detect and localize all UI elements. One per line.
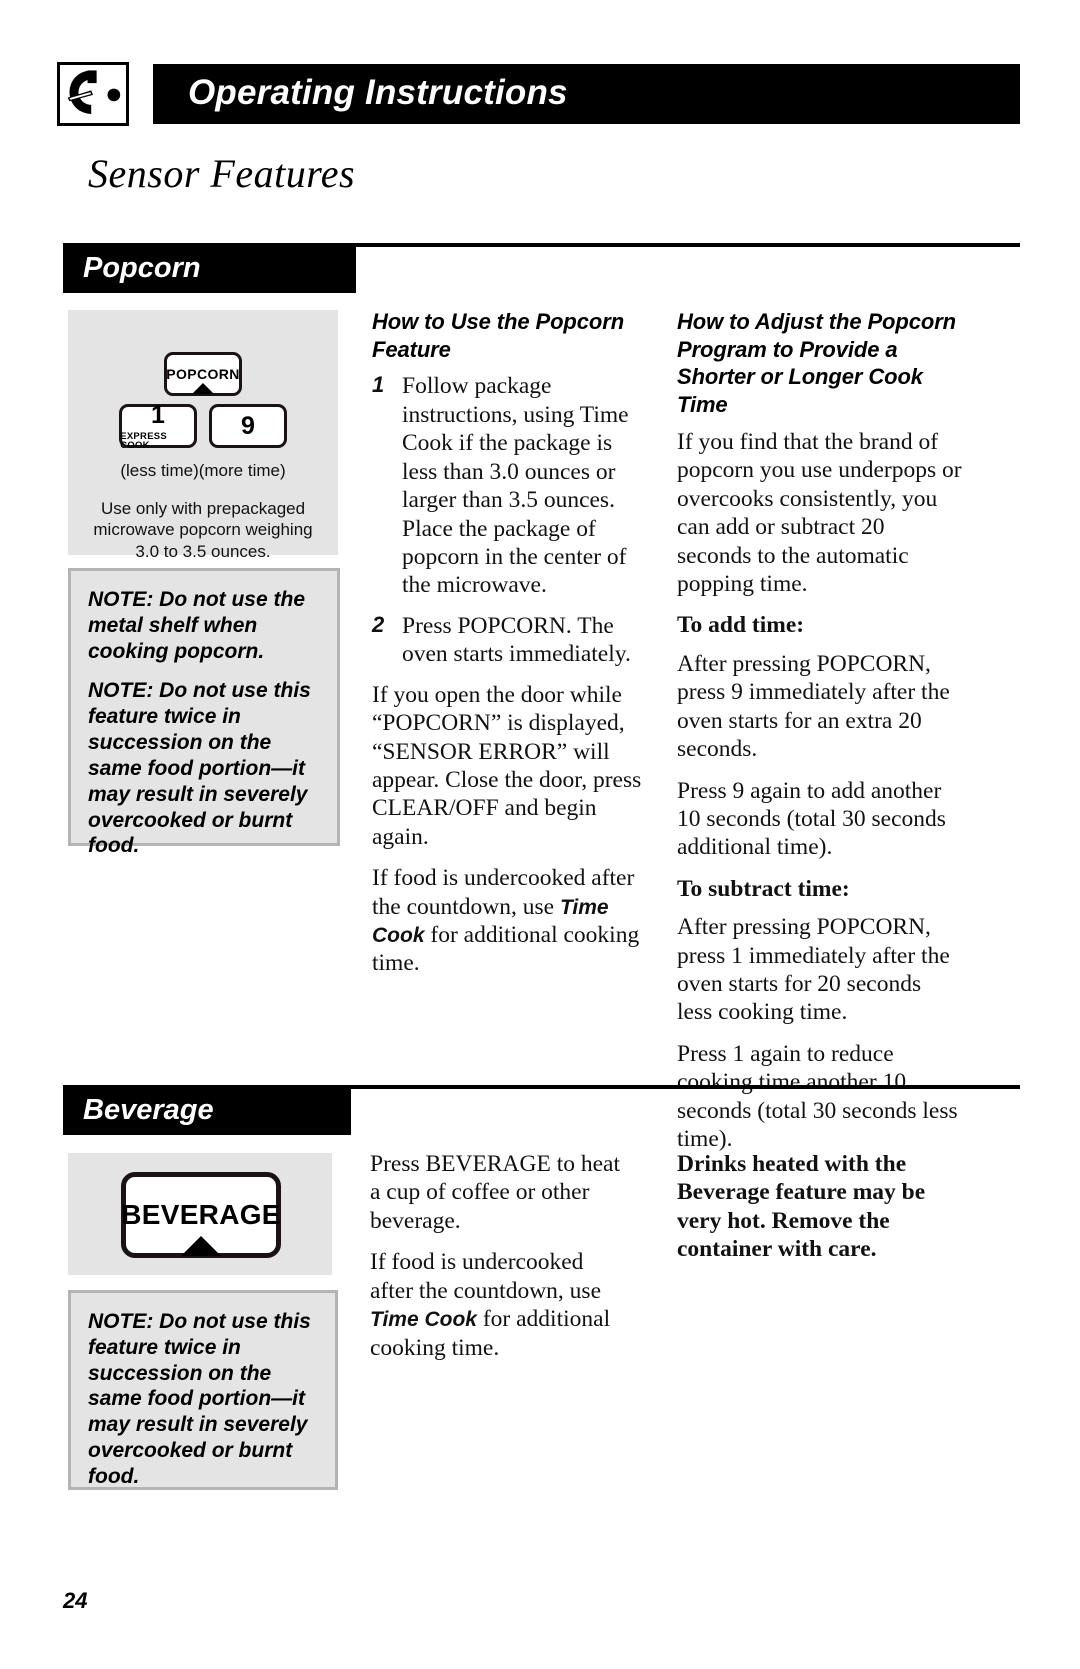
header-banner: Operating Instructions xyxy=(153,64,1020,124)
document-page: Operating Instructions Sensor Features P… xyxy=(0,0,1080,1669)
page-number: 24 xyxy=(63,1588,88,1613)
popcorn-note-1: NOTE: Do not use the metal shelf when co… xyxy=(88,588,305,663)
page-title: Sensor Features xyxy=(88,151,356,196)
express-cook-label: EXPRESS COOK xyxy=(120,430,168,450)
popcorn-note-box: NOTE: Do not use the metal shelf when co… xyxy=(68,568,340,857)
beverage-middle-column: Press BEVERAGE to heat a cup of coffee o… xyxy=(370,1150,632,1375)
popcorn-section-label: Popcorn xyxy=(83,252,201,285)
beverage-undercooked-prefix: If food is undercooked after the countdo… xyxy=(370,1249,602,1304)
page-header: Operating Instructions xyxy=(57,62,1020,126)
popcorn-note-2: NOTE: Do not use this feature twice in s… xyxy=(88,679,311,858)
popcorn-key: POPCORN xyxy=(164,352,242,396)
popcorn-subtract-time-paragraph-1: After pressing POPCORN, press 1 immediat… xyxy=(677,914,950,1026)
popcorn-weight-caption: Use only with prepackaged microwave popc… xyxy=(93,499,313,561)
popcorn-add-time-subhead: To add time: xyxy=(677,612,805,639)
nine-key-digit: 9 xyxy=(241,411,255,440)
popcorn-step-2-text: Press POPCORN. The oven starts immediate… xyxy=(402,612,631,668)
popcorn-add-time-paragraph-2: Press 9 again to add another 10 seconds … xyxy=(677,777,946,861)
popcorn-step-1-text: Follow package instructions, using Time … xyxy=(402,373,629,599)
beverage-intro-paragraph: Press BEVERAGE to heat a cup of coffee o… xyxy=(370,1151,620,1234)
header-title: Operating Instructions xyxy=(188,73,568,113)
popcorn-key-panel: POPCORN 1 EXPRESS COOK 9 (less time)(mor… xyxy=(68,310,338,561)
beverage-key-arrow-icon xyxy=(181,1236,221,1256)
beverage-key-panel: BEVERAGE xyxy=(68,1153,332,1275)
nine-key: 9 xyxy=(209,404,287,448)
popcorn-step-1: 1 Follow package instructions, using Tim… xyxy=(372,372,650,599)
popcorn-subtract-time-subhead: To subtract time: xyxy=(677,875,850,902)
popcorn-undercooked-paragraph: If food is undercooked after the countdo… xyxy=(372,864,650,978)
popcorn-section-bar: Popcorn xyxy=(63,247,356,293)
beverage-section-bar: Beverage xyxy=(63,1089,351,1135)
beverage-note-1: NOTE: Do not use this feature twice in s… xyxy=(88,1310,311,1488)
popcorn-middle-column: How to Use the Popcorn Feature 1 Follow … xyxy=(372,308,650,991)
popcorn-right-column: How to Adjust the Popcorn Program to Pro… xyxy=(677,308,962,1167)
popcorn-key-arrow-icon xyxy=(192,383,214,394)
popcorn-add-time-paragraph-1: After pressing POPCORN, press 9 immediat… xyxy=(677,650,950,763)
popcorn-usage-heading: How to Use the Popcorn Feature xyxy=(372,309,625,362)
beverage-key: BEVERAGE xyxy=(121,1172,281,1258)
popcorn-step-1-number: 1 xyxy=(372,372,385,398)
microwave-dial-icon xyxy=(57,62,129,126)
beverage-note-box: NOTE: Do not use this feature twice in s… xyxy=(68,1290,338,1490)
popcorn-adjust-heading: How to Adjust the Popcorn Program to Pro… xyxy=(677,309,956,418)
beverage-section-label: Beverage xyxy=(83,1094,214,1127)
popcorn-time-caption: (less time)(more time) xyxy=(120,461,286,480)
one-key-digit: 1 xyxy=(151,400,165,429)
beverage-undercooked-paragraph: If food is undercooked after the countdo… xyxy=(370,1248,632,1362)
beverage-warning: Drinks heated with the Beverage feature … xyxy=(677,1151,926,1263)
popcorn-step-2: 2 Press POPCORN. The oven starts immedia… xyxy=(372,612,650,669)
popcorn-sensor-error-paragraph: If you open the door while “POPCORN” is … xyxy=(372,681,642,850)
beverage-time-cook-bold: Time Cook xyxy=(370,1308,477,1332)
popcorn-key-label: POPCORN xyxy=(166,366,240,382)
beverage-right-column: Drinks heated with the Beverage feature … xyxy=(677,1150,955,1277)
popcorn-adjust-intro: If you find that the brand of popcorn yo… xyxy=(677,428,962,597)
one-express-cook-key: 1 EXPRESS COOK xyxy=(119,400,197,450)
popcorn-step-2-number: 2 xyxy=(372,611,385,637)
beverage-key-label: BEVERAGE xyxy=(121,1199,281,1230)
popcorn-subtract-time-paragraph-2: Press 1 again to reduce cooking time ano… xyxy=(677,1040,958,1153)
